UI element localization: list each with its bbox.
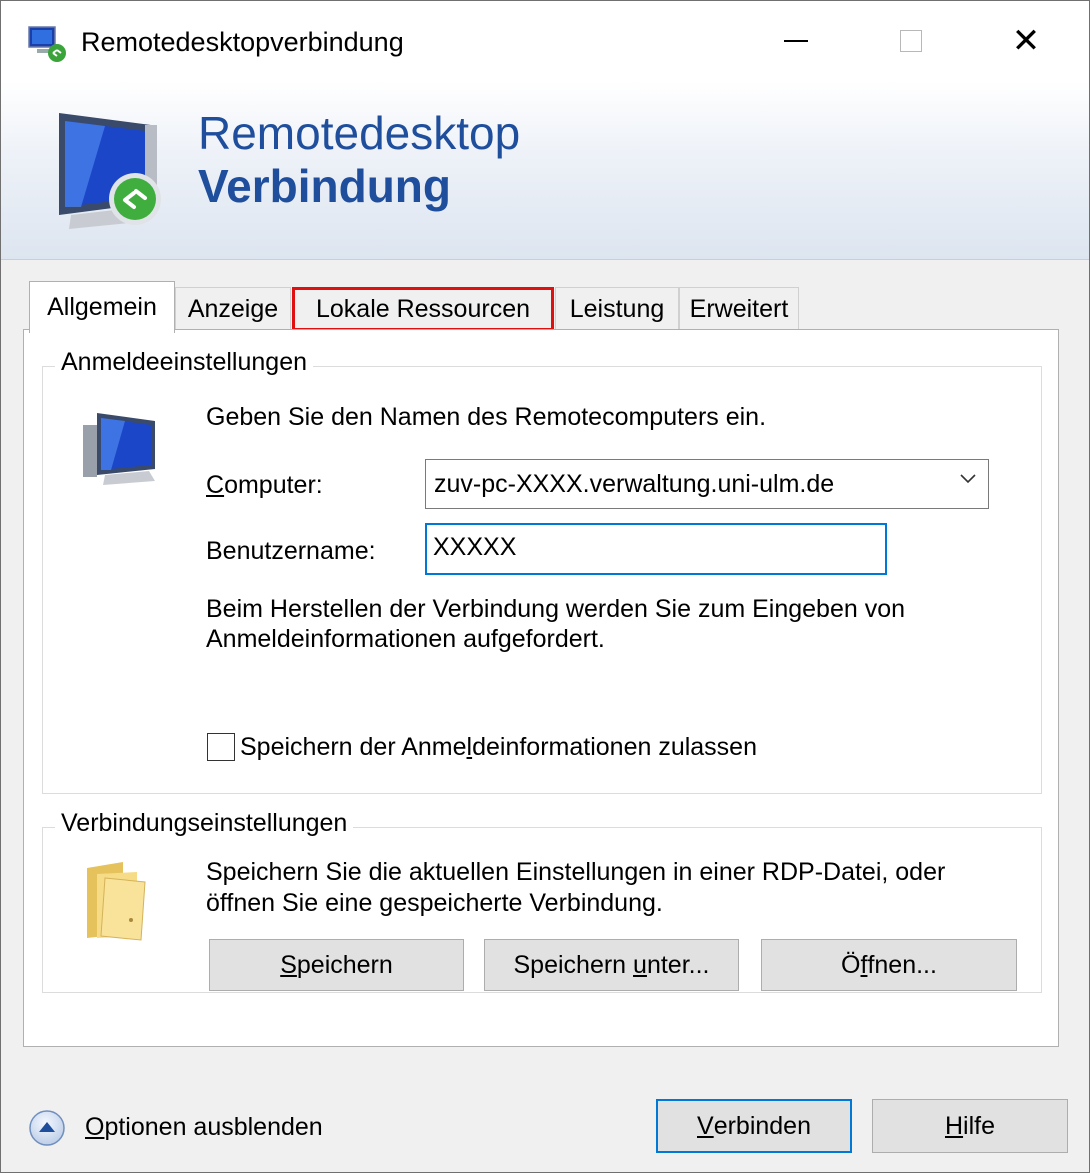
logon-instruction: Geben Sie den Namen des Remotecomputers …	[206, 403, 767, 431]
save-credentials-label[interactable]: Speichern der Anmeldeinformationen zulas…	[240, 733, 757, 762]
connect-button[interactable]: Verbinden	[656, 1099, 852, 1153]
connection-text-line1: Speichern Sie die aktuellen Einstellunge…	[206, 858, 946, 886]
logon-settings-title: Anmeldeeinstellungen	[55, 348, 314, 377]
save-rest: peichern	[296, 950, 393, 979]
banner: Remotedesktop Verbindung	[1, 81, 1089, 260]
logon-info-line2: Anmeldeinformationen aufgefordert.	[206, 625, 605, 653]
save-as-rest: nter...	[646, 950, 710, 979]
help-accel: H	[944, 1111, 964, 1140]
help-button[interactable]: Hilfe	[872, 1099, 1068, 1153]
help-rest: ilfe	[963, 1111, 996, 1140]
tab-lokale-ressourcen[interactable]: Lokale Ressourcen	[292, 287, 554, 331]
close-button[interactable]: ✕	[971, 1, 1081, 81]
minimize-button[interactable]	[741, 1, 851, 81]
rdp-window: Remotedesktopverbindung ✕ Remotedesktop …	[0, 0, 1090, 1173]
computer-label-accel: C	[206, 471, 225, 499]
hide-options-accel: O	[85, 1113, 105, 1141]
hide-options-rest: ptionen ausblenden	[104, 1113, 323, 1141]
logon-settings-group: Anmeldeeinstellungen Geben Sie den Namen…	[42, 348, 1042, 794]
username-input[interactable]: XXXXX	[425, 523, 887, 575]
tab-anzeige[interactable]: Anzeige	[175, 287, 291, 331]
maximize-button[interactable]	[856, 1, 966, 81]
tab-panel-allgemein: Anmeldeeinstellungen Geben Sie den Namen…	[23, 329, 1059, 1047]
username-label: Benutzername:	[206, 537, 376, 565]
window-title: Remotedesktopverbindung	[81, 27, 404, 57]
logon-info-line1: Beim Herstellen der Verbindung werden Si…	[206, 595, 906, 623]
banner-title-line2: Verbindung	[198, 160, 451, 212]
save-as-accel: u	[633, 950, 647, 979]
username-value: XXXXX	[433, 533, 517, 561]
collapse-up-icon[interactable]	[27, 1108, 67, 1148]
save-as-button[interactable]: Speichern u nter...	[484, 939, 739, 991]
close-icon: ✕	[1011, 21, 1041, 61]
minimize-icon	[784, 40, 808, 42]
save-as-pre: Speichern	[513, 950, 634, 979]
banner-title-line1: Remotedesktop	[198, 107, 521, 159]
computer-icon	[83, 413, 155, 485]
rdp-banner-icon	[59, 113, 161, 229]
tab-leistung[interactable]: Leistung	[555, 287, 679, 331]
open-accel: f	[860, 950, 868, 979]
hide-options-link[interactable]: Optionen ausblenden	[85, 1113, 323, 1142]
computer-label-rest: omputer:	[224, 471, 323, 499]
save-credentials-label-post: deinformationen zulassen	[472, 733, 757, 761]
save-credentials-checkbox[interactable]	[207, 733, 235, 761]
save-accel: S	[280, 950, 297, 979]
save-credentials-label-pre: Speichern der Anme	[240, 733, 467, 761]
save-button[interactable]: Speichern	[209, 939, 464, 991]
chevron-down-icon[interactable]	[960, 474, 976, 484]
title-bar: Remotedesktopverbindung ✕	[1, 1, 1089, 81]
tab-allgemein[interactable]: Allgemein	[29, 281, 175, 333]
connect-rest: erbinden	[713, 1111, 811, 1140]
computer-label: Computer:	[206, 471, 323, 500]
rdp-app-icon	[28, 26, 66, 62]
connection-settings-group: Verbindungseinstellungen Speichern Sie d…	[42, 809, 1042, 993]
open-rest: fnen...	[867, 950, 937, 979]
computer-value: zuv-pc-XXXX.verwaltung.uni-ulm.de	[434, 469, 835, 498]
folder-icon	[87, 862, 146, 941]
maximize-icon	[900, 30, 922, 52]
connection-settings-title: Verbindungseinstellungen	[55, 809, 354, 838]
connection-text-line2: öffnen Sie eine gespeicherte Verbindung.	[206, 889, 663, 917]
open-pre: Ö	[841, 950, 861, 979]
open-button[interactable]: Öf fnen...	[761, 939, 1017, 991]
computer-combobox[interactable]: zuv-pc-XXXX.verwaltung.uni-ulm.de	[425, 459, 989, 509]
tab-erweitert[interactable]: Erweitert	[679, 287, 799, 331]
connect-accel: V	[697, 1111, 714, 1140]
